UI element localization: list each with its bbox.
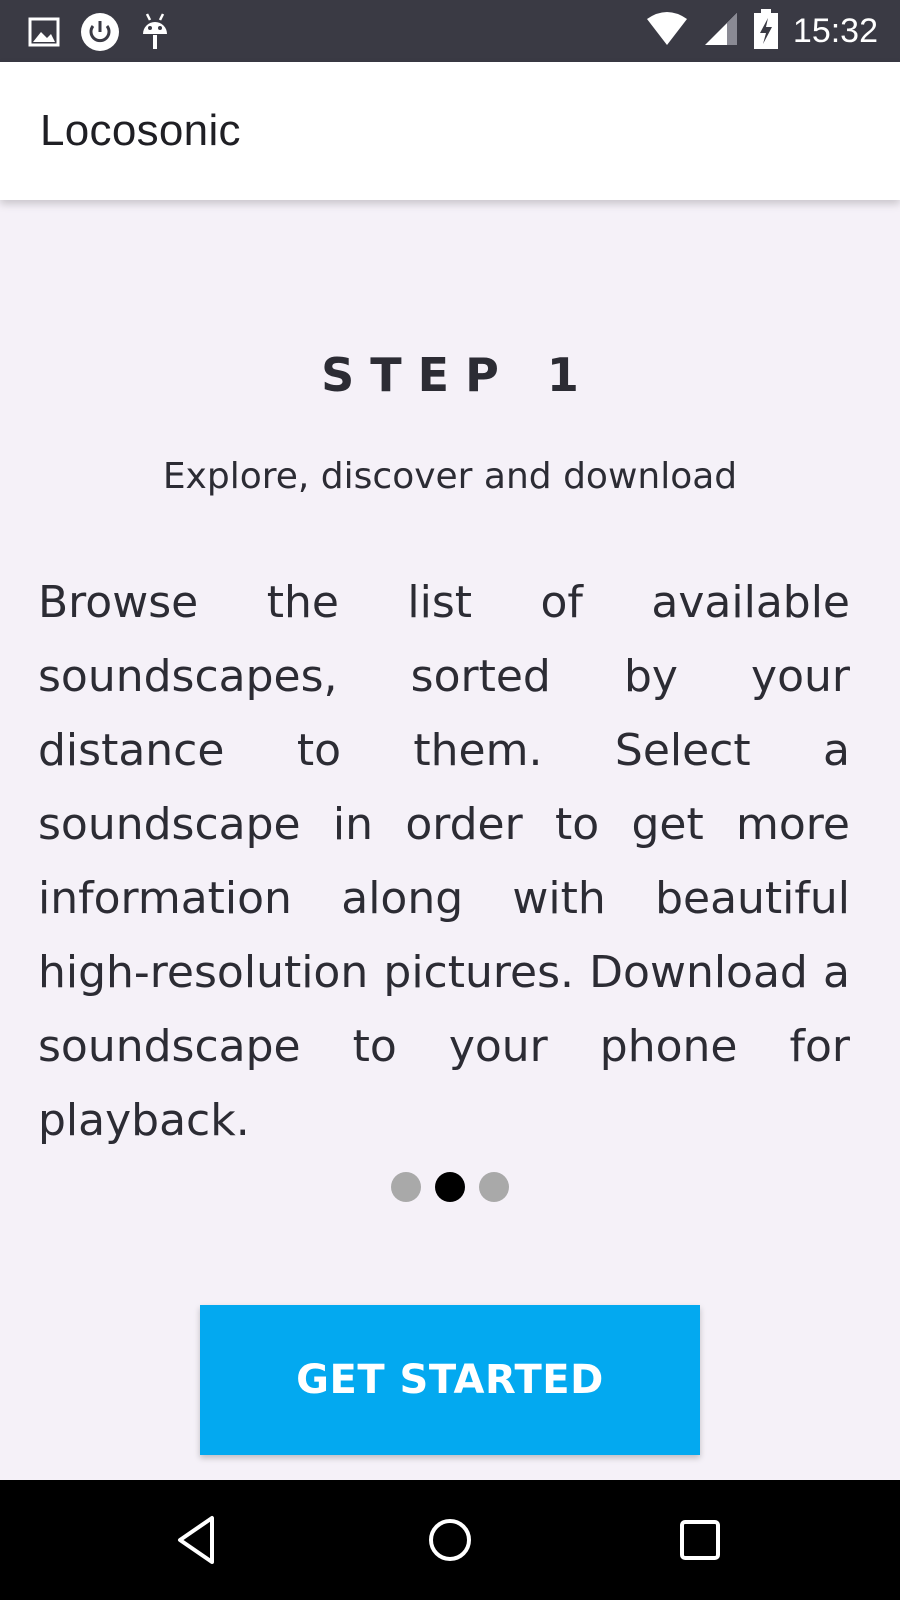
onboarding-page[interactable]: STEP 1 Explore, discover and download Br… — [0, 200, 900, 1480]
recents-button[interactable] — [670, 1510, 730, 1570]
battery-charging-icon — [753, 8, 779, 54]
recents-icon — [680, 1520, 720, 1560]
app-title: Locosonic — [40, 106, 241, 155]
power-icon — [80, 12, 120, 56]
back-icon — [178, 1516, 214, 1564]
clock: 15:32 — [792, 12, 878, 50]
page-indicator — [0, 1172, 900, 1202]
home-button[interactable] — [420, 1510, 480, 1570]
cell-signal-icon — [703, 11, 739, 51]
status-bar: 15:32 — [0, 0, 900, 62]
step-description: Browse the list of available soundscapes… — [38, 577, 850, 1146]
app-bar: Locosonic — [0, 62, 900, 200]
status-icons-right: 15:32 — [645, 8, 878, 54]
image-icon — [28, 17, 60, 51]
get-started-button[interactable]: GET STARTED — [200, 1305, 700, 1455]
wifi-icon — [645, 11, 689, 51]
android-icon — [140, 12, 170, 56]
system-nav-bar — [0, 1480, 900, 1600]
page-dot-1 — [391, 1172, 421, 1202]
page-dot-2-active — [435, 1172, 465, 1202]
step-subtitle: Explore, discover and download — [162, 456, 738, 497]
home-icon — [429, 1519, 471, 1561]
page-dot-3 — [479, 1172, 509, 1202]
step-title: STEP 1 — [321, 348, 595, 402]
back-button[interactable] — [170, 1510, 230, 1570]
status-icons-left — [28, 12, 170, 56]
